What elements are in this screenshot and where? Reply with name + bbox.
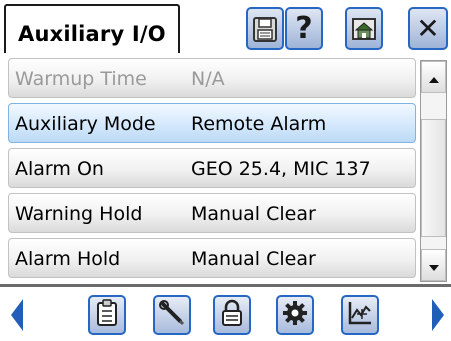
chart-button[interactable] (341, 295, 379, 335)
item-value: Manual Clear (191, 248, 316, 270)
chart-icon (347, 300, 373, 330)
nav-right-button[interactable] (431, 299, 445, 335)
scroll-down-button[interactable] (421, 249, 446, 281)
home-icon (350, 15, 378, 43)
chevron-right-icon (432, 299, 444, 335)
help-icon: ? (295, 10, 313, 46)
item-label: Auxiliary Mode (15, 113, 156, 135)
clipboard-button[interactable] (88, 295, 126, 335)
list-item-auxiliary-mode[interactable]: Auxiliary Mode Remote Alarm (8, 103, 416, 143)
header-bar: Auxiliary I/O ? ✕ (0, 0, 451, 58)
wrench-icon (158, 299, 186, 331)
lock-button[interactable] (213, 295, 251, 335)
nav-left-button[interactable] (10, 299, 24, 335)
arrow-down-icon (428, 256, 439, 275)
list-item-alarm-hold[interactable]: Alarm Hold Manual Clear (8, 238, 416, 278)
save-icon (252, 15, 278, 43)
save-button[interactable] (246, 7, 284, 50)
list-item-warmup-time[interactable]: Warmup Time N/A (8, 58, 416, 98)
close-button[interactable]: ✕ (408, 7, 448, 50)
scrollbar[interactable] (420, 60, 447, 282)
title-tab: Auxiliary I/O (4, 4, 180, 53)
close-icon: ✕ (416, 11, 440, 45)
item-value: GEO 25.4, MIC 137 (191, 158, 371, 180)
item-label: Alarm Hold (15, 248, 121, 270)
arrow-up-icon (428, 68, 439, 87)
home-button[interactable] (345, 7, 383, 50)
scroll-thumb[interactable] (421, 119, 446, 237)
item-value: Remote Alarm (191, 113, 327, 135)
list-item-alarm-on[interactable]: Alarm On GEO 25.4, MIC 137 (8, 148, 416, 188)
page-title: Auxiliary I/O (18, 22, 166, 46)
item-label: Alarm On (15, 158, 104, 180)
gear-icon (282, 300, 308, 330)
settings-button[interactable] (276, 295, 314, 335)
bottom-toolbar (0, 287, 451, 341)
item-label: Warmup Time (15, 68, 147, 90)
item-value: Manual Clear (191, 203, 316, 225)
help-button[interactable]: ? (285, 7, 323, 50)
lock-icon (220, 299, 244, 331)
item-value: N/A (191, 68, 225, 90)
list-item-warning-hold[interactable]: Warning Hold Manual Clear (8, 193, 416, 233)
tools-button[interactable] (153, 295, 191, 335)
chevron-left-icon (11, 299, 23, 335)
item-label: Warning Hold (15, 203, 143, 225)
scroll-up-button[interactable] (421, 61, 446, 93)
clipboard-icon (95, 299, 119, 331)
